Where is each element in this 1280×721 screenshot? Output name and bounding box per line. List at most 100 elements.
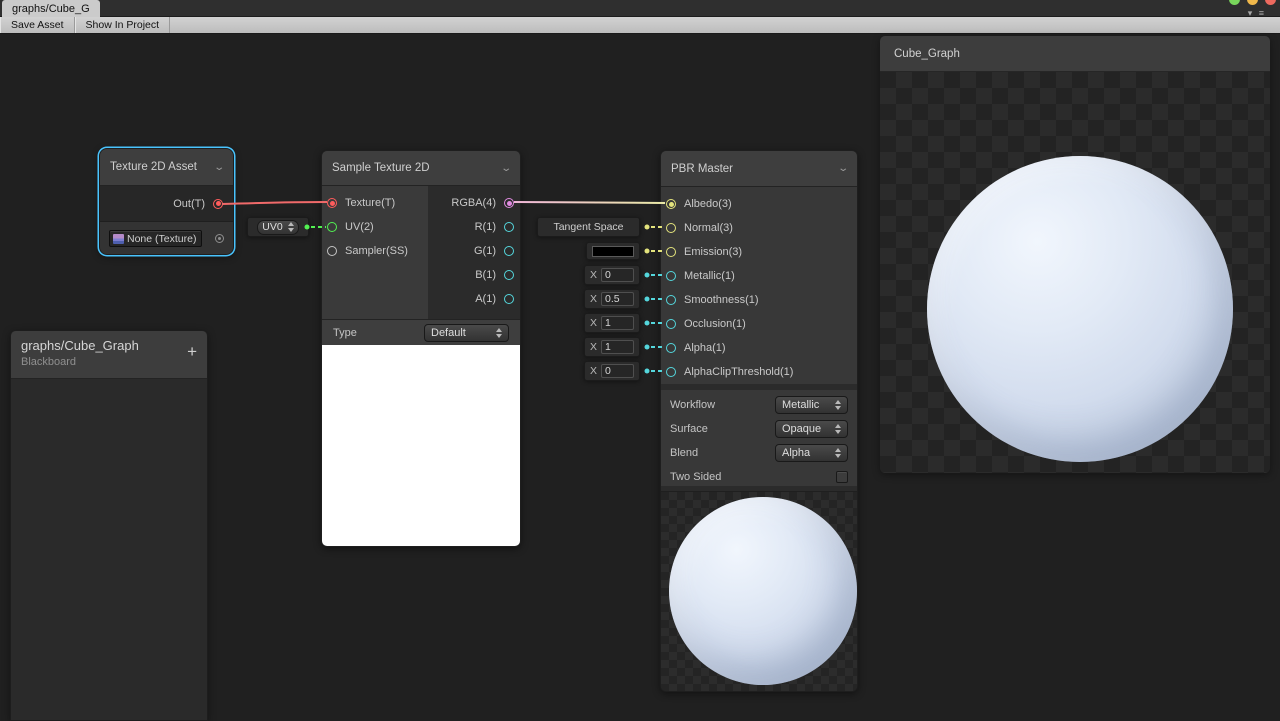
two-sided-row: Two Sided: [661, 465, 857, 489]
port-alpha[interactable]: [666, 343, 676, 353]
port-emission[interactable]: [666, 247, 676, 257]
port-label: A(1): [475, 293, 496, 305]
tab-graphs-cube-g[interactable]: graphs/Cube_G: [2, 0, 100, 17]
color-swatch[interactable]: [592, 246, 634, 257]
port-label: Sampler(SS): [345, 245, 408, 257]
preview-sphere: [669, 497, 857, 685]
blackboard-header[interactable]: graphs/Cube_Graph Blackboard +: [11, 331, 207, 379]
show-in-project-button[interactable]: Show In Project: [75, 17, 171, 33]
port-row: Metallic(1): [661, 264, 857, 288]
port-row: G(1): [426, 239, 520, 263]
window-button-red[interactable]: [1265, 0, 1276, 5]
port-texture-t[interactable]: [327, 198, 337, 208]
port-row: UV(2): [322, 215, 428, 239]
port-label: Metallic(1): [684, 270, 735, 282]
texture-object-row: None (Texture): [100, 222, 233, 255]
port-row: Alpha(1): [661, 336, 857, 360]
type-dropdown[interactable]: Default: [424, 324, 509, 342]
port-metallic[interactable]: [666, 271, 676, 281]
alphaclip-value-field[interactable]: 0: [601, 364, 634, 378]
node-title-label: PBR Master: [671, 163, 733, 175]
pbr-inputs: Albedo(3) Normal(3) Emission(3) Metallic…: [661, 187, 857, 384]
object-picker-icon[interactable]: [215, 234, 224, 243]
port-rgba-4[interactable]: [504, 198, 514, 208]
type-row: Type Default: [322, 319, 520, 345]
port-albedo[interactable]: [666, 199, 676, 209]
port-occlusion[interactable]: [666, 319, 676, 329]
port-label: R(1): [475, 221, 496, 233]
node-texture-2d-asset[interactable]: Texture 2D Asset ⌄ Out(T) None (Texture): [99, 148, 234, 255]
collapse-chevron-icon[interactable]: ⌄: [213, 162, 225, 173]
alphaclip-default-widget: X 0: [584, 361, 640, 381]
port-label: UV(2): [345, 221, 374, 233]
add-property-button[interactable]: +: [187, 343, 197, 360]
port-smoothness[interactable]: [666, 295, 676, 305]
collapse-chevron-icon[interactable]: ⌄: [837, 163, 849, 174]
node-sample-titlebar[interactable]: Sample Texture 2D ⌄: [322, 151, 520, 186]
normal-space-widget[interactable]: Tangent Space: [537, 217, 640, 237]
surface-dropdown[interactable]: Opaque: [775, 420, 848, 438]
axis-label: X: [590, 293, 597, 305]
workflow-label: Workflow: [670, 399, 715, 411]
texture-object-field[interactable]: None (Texture): [109, 230, 202, 247]
node-title-label: Sample Texture 2D: [332, 162, 430, 174]
texture-object-value: None (Texture): [127, 233, 196, 245]
port-sampler-ss[interactable]: [327, 246, 337, 256]
workflow-dropdown[interactable]: Metallic: [775, 396, 848, 414]
pbr-settings: Workflow Metallic Surface Opaque Blend A…: [661, 384, 857, 486]
uv-channel-dropdown[interactable]: UV0: [257, 220, 298, 235]
master-preview-header[interactable]: Cube_Graph: [880, 36, 1270, 72]
port-row: A(1): [426, 287, 520, 311]
save-asset-button[interactable]: Save Asset: [0, 17, 75, 33]
master-preview-viewport[interactable]: [880, 72, 1270, 473]
port-label: Texture(T): [345, 197, 395, 209]
window-button-yellow[interactable]: [1247, 0, 1258, 5]
port-label: Albedo(3): [684, 198, 732, 210]
port-label: AlphaClipThreshold(1): [684, 366, 793, 378]
axis-label: X: [590, 269, 597, 281]
blend-dropdown[interactable]: Alpha: [775, 444, 848, 462]
port-out-t[interactable]: [213, 199, 223, 209]
node-sample-texture-2d[interactable]: Sample Texture 2D ⌄ Texture(T) UV(2) Sam…: [321, 150, 521, 547]
port-row: Albedo(3): [661, 192, 857, 216]
port-row: Smoothness(1): [661, 288, 857, 312]
workflow-value: Metallic: [782, 399, 819, 411]
port-b-1[interactable]: [504, 270, 514, 280]
port-alphaclipthreshold[interactable]: [666, 367, 676, 377]
window-buttons: [1229, 0, 1276, 5]
uv-channel-widget: UV0: [247, 217, 309, 237]
blend-row: Blend Alpha: [661, 441, 857, 465]
window-button-green[interactable]: [1229, 0, 1240, 5]
workflow-row: Workflow Metallic: [661, 393, 857, 417]
port-normal[interactable]: [666, 223, 676, 233]
collapse-chevron-icon[interactable]: ⌄: [500, 163, 512, 174]
node-texture-2d-asset-titlebar[interactable]: Texture 2D Asset ⌄: [100, 149, 233, 186]
node-pbr-master[interactable]: PBR Master ⌄ Albedo(3) Normal(3) Emissio…: [660, 150, 858, 692]
dropdown-arrows-icon: [283, 222, 294, 232]
dropdown-arrows-icon: [491, 328, 502, 338]
port-a-1[interactable]: [504, 294, 514, 304]
port-g-1[interactable]: [504, 246, 514, 256]
sample-inputs: Texture(T) UV(2) Sampler(SS): [322, 191, 428, 263]
port-r-1[interactable]: [504, 222, 514, 232]
alpha-value-field[interactable]: 1: [601, 340, 634, 354]
master-preview-panel: Cube_Graph: [880, 36, 1270, 473]
two-sided-checkbox[interactable]: [836, 471, 848, 483]
texture-thumbnail-icon: [113, 234, 124, 244]
occlusion-value-field[interactable]: 1: [601, 316, 634, 330]
pbr-master-preview[interactable]: [661, 491, 858, 692]
tab-bar: graphs/Cube_G ▾ ≡: [0, 0, 1280, 17]
out-port-label: Out(T): [173, 198, 205, 210]
axis-label: X: [590, 317, 597, 329]
smoothness-value-field[interactable]: 0.5: [601, 292, 634, 306]
save-asset-label: Save Asset: [11, 19, 64, 31]
metallic-value-field[interactable]: 0: [601, 268, 634, 282]
dropdown-arrows-icon: [830, 400, 841, 410]
node-title-label: Texture 2D Asset: [110, 161, 197, 173]
alpha-default-widget: X 1: [584, 337, 640, 357]
shader-graph-window: graphs/Cube_G ▾ ≡ Save Asset Show In Pro…: [0, 0, 1280, 721]
normal-space-value: Tangent Space: [553, 221, 623, 233]
port-uv-2[interactable]: [327, 222, 337, 232]
axis-label: X: [590, 341, 597, 353]
node-pbr-titlebar[interactable]: PBR Master ⌄: [661, 151, 857, 187]
